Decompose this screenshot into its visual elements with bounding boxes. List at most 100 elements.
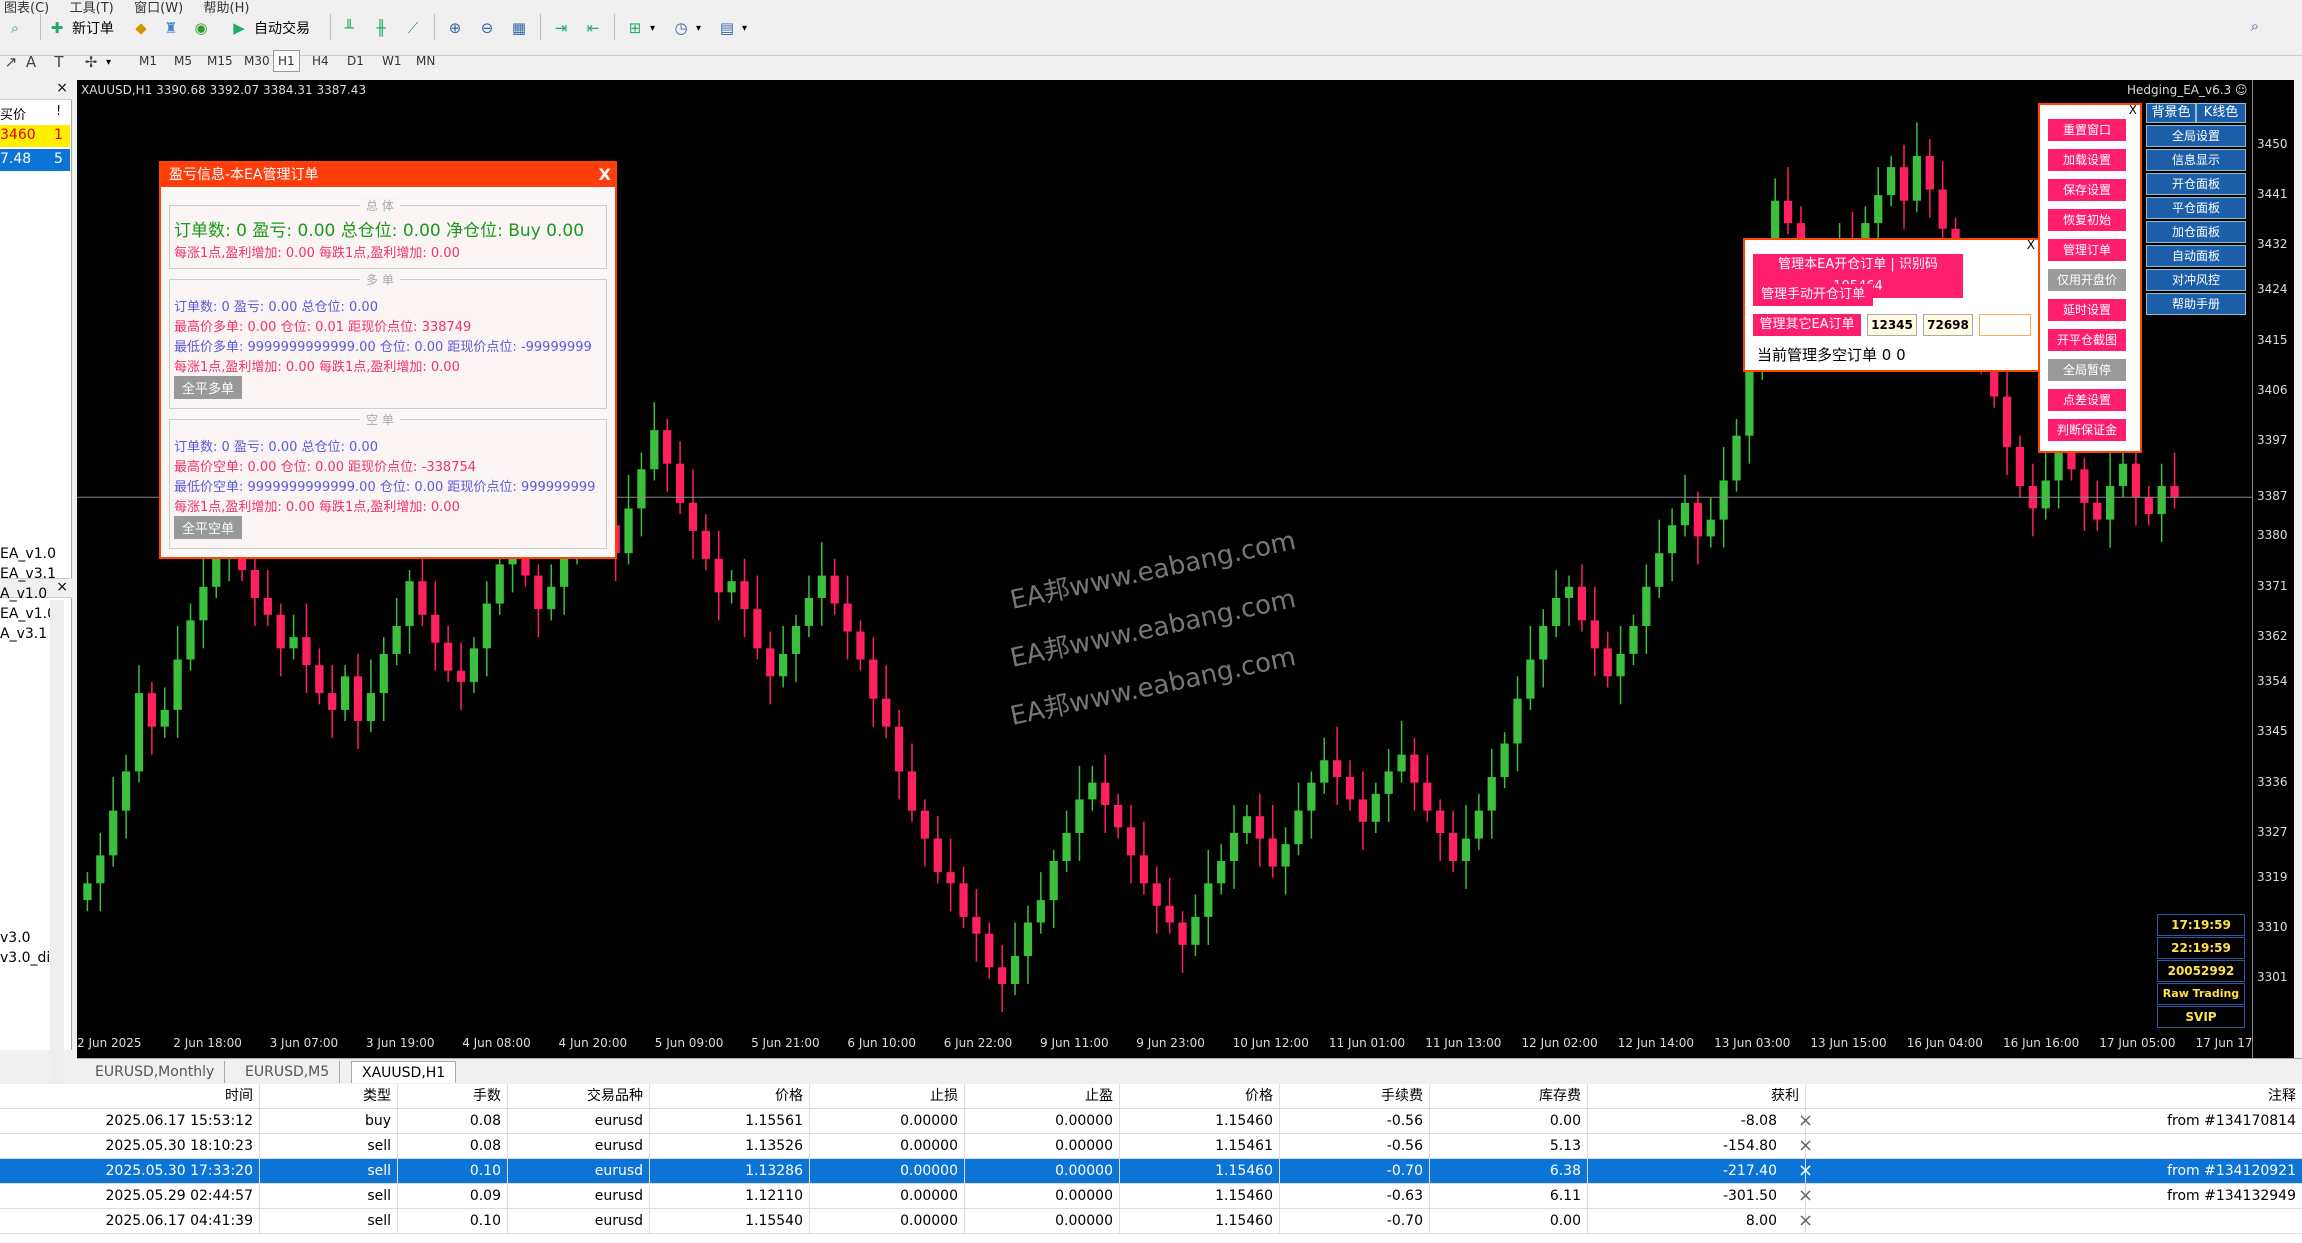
side-menu-button[interactable]: 仅用开盘价 — [2048, 269, 2126, 291]
close-order-icon[interactable]: × — [1798, 1160, 1813, 1181]
close-all-short-button[interactable]: 全平空单 — [174, 516, 243, 539]
autoscroll-button[interactable]: ⇥ — [550, 16, 572, 40]
zoom-in-button[interactable]: ⊕ — [444, 16, 466, 40]
close-order-icon[interactable]: × — [1798, 1210, 1813, 1231]
table-row[interactable]: 2025.06.17 04:41:39 sell 0.10 eurusd 1.15540… — [0, 1209, 2302, 1234]
close-icon[interactable]: × — [56, 579, 68, 595]
side-menu-button[interactable]: 延时设置 — [2048, 299, 2126, 321]
time-label: 12 Jun 02:00 — [1521, 1036, 1598, 1050]
timeframe-m5[interactable]: M5 — [170, 50, 196, 72]
navigator-scrollbar[interactable] — [50, 600, 64, 1100]
side-menu-button[interactable]: 恢复初始 — [2048, 209, 2126, 231]
menu-tools[interactable]: 工具(T) — [70, 0, 114, 16]
candle-body — [495, 564, 504, 604]
market-watch-header: 买价 ! — [0, 102, 72, 123]
settings-button[interactable]: 帮助手册 — [2146, 293, 2246, 315]
search-icon: ⌕ — [2250, 17, 2260, 35]
chart-tab[interactable]: XAUUSD,H1 — [351, 1061, 457, 1083]
settings-button[interactable]: 信息显示 — [2146, 149, 2246, 171]
side-menu-button[interactable]: 加载设置 — [2048, 149, 2126, 171]
navigator-item[interactable]: EA_v3.1 — [0, 566, 56, 582]
side-menu-button[interactable]: 管理订单 — [2048, 239, 2126, 261]
shapes-tool[interactable]: ✢ ▾ — [80, 50, 111, 74]
strategy-tester-button[interactable]: ♜ — [160, 16, 182, 40]
zoom-tool[interactable]: ⌕ — [4, 16, 26, 40]
timeframe-w1[interactable]: W1 — [378, 50, 406, 72]
navigator-item[interactable]: v3.0 — [0, 930, 31, 946]
candle-body — [998, 967, 1007, 985]
table-row[interactable]: 2025.05.30 17:33:20 sell 0.10 eurusd 1.13286… — [0, 1159, 2302, 1184]
settings-button[interactable]: 开仓面板 — [2146, 173, 2246, 195]
timeframe-d1[interactable]: D1 — [343, 50, 368, 72]
close-order-icon[interactable]: × — [1798, 1185, 1813, 1206]
table-row[interactable]: 2025.05.29 02:44:57 sell 0.09 eurusd 1.12110… — [0, 1184, 2302, 1209]
manage-manual-orders-button[interactable]: 管理手动开仓订单 — [1753, 284, 1873, 306]
table-cell: from #134132949 — [2167, 1188, 2296, 1204]
market-button[interactable]: ◉ — [190, 16, 212, 40]
background-color-tab[interactable]: 背景色 — [2146, 103, 2196, 123]
label-tool[interactable]: T — [48, 50, 70, 74]
timeframe-mn[interactable]: MN — [412, 50, 439, 72]
close-order-icon[interactable]: × — [1798, 1110, 1813, 1131]
timeframe-m30[interactable]: M30 — [240, 50, 274, 72]
magic-number-2-field[interactable]: 72698 — [1923, 314, 1973, 336]
side-menu-button[interactable]: 开平仓截图 — [2048, 329, 2126, 351]
tile-windows-button[interactable]: ▦ — [508, 16, 530, 40]
chart-shift-button[interactable]: ⇤ — [582, 16, 604, 40]
bar-chart-button[interactable]: ╨ — [338, 16, 360, 40]
new-order-button[interactable]: ✚ 新订单 — [46, 16, 114, 40]
side-menu-button[interactable]: 点差设置 — [2048, 389, 2126, 411]
periods-button[interactable]: ◷ ▾ — [670, 16, 701, 40]
side-menu-button[interactable]: 重置窗口 — [2048, 119, 2126, 141]
close-all-long-button[interactable]: 全平多单 — [174, 376, 243, 399]
settings-button[interactable]: 全局设置 — [2146, 125, 2246, 147]
candle-color-tab[interactable]: K线色 — [2196, 103, 2246, 123]
timeframe-h1[interactable]: H1 — [273, 50, 300, 72]
pnl-panel-header[interactable]: 盈亏信息-本EA管理订单 X — [161, 163, 615, 187]
close-icon[interactable]: × — [56, 80, 68, 96]
auto-trade-button[interactable]: ▶ 自动交易 — [228, 16, 310, 40]
settings-button[interactable]: 对冲风控 — [2146, 269, 2246, 291]
candle-chart-button[interactable]: ╫ — [370, 16, 392, 40]
navigator-item[interactable]: EA_v1.0 — [0, 606, 56, 622]
zoom-out-button[interactable]: ⊖ — [476, 16, 498, 40]
info-box-line: SVIP — [2157, 1006, 2245, 1028]
templates-button[interactable]: ▤ ▾ — [716, 16, 747, 40]
timeframe-m1[interactable]: M1 — [135, 50, 161, 72]
manage-other-ea-button[interactable]: 管理其它EA订单 — [1753, 314, 1861, 336]
indicators-button[interactable]: ⊞ ▾ — [624, 16, 655, 40]
navigator-item[interactable]: v3.0_di — [0, 950, 50, 966]
timeframe-m15[interactable]: M15 — [203, 50, 237, 72]
menu-window[interactable]: 窗口(W) — [134, 0, 183, 16]
history-button[interactable]: ◆ — [130, 16, 152, 40]
side-menu-button[interactable]: 全局暂停 — [2048, 359, 2126, 381]
timeframe-h4[interactable]: H4 — [308, 50, 333, 72]
settings-button[interactable]: 加仓面板 — [2146, 221, 2246, 243]
side-menu-button[interactable]: 保存设置 — [2048, 179, 2126, 201]
navigator-item[interactable]: A_v1.0 — [0, 586, 47, 602]
search-button[interactable]: ⌕ — [2244, 14, 2266, 38]
navigator-item[interactable]: EA_v1.0 — [0, 546, 56, 562]
chart-tab[interactable]: EURUSD,M5 — [235, 1061, 341, 1083]
menu-help[interactable]: 帮助(H) — [204, 0, 250, 16]
close-icon[interactable]: X — [2129, 103, 2137, 117]
settings-button[interactable]: 平仓面板 — [2146, 197, 2246, 219]
magic-number-3-field[interactable] — [1979, 314, 2031, 336]
text-tool[interactable]: A — [20, 50, 42, 74]
close-icon[interactable]: X — [599, 163, 611, 187]
navigator-item[interactable]: A_v3.1 — [0, 626, 47, 642]
close-order-icon[interactable]: × — [1798, 1135, 1813, 1156]
magic-number-1-field[interactable]: 12345 — [1867, 314, 1917, 336]
line-chart-button[interactable]: ⟋ — [402, 16, 424, 40]
time-label: 11 Jun 13:00 — [1425, 1036, 1502, 1050]
table-row[interactable]: 2025.05.30 18:10:23 sell 0.08 eurusd 1.13526… — [0, 1134, 2302, 1159]
menu-chart[interactable]: 图表(C) — [4, 0, 49, 16]
table-row[interactable]: 2025.06.17 15:53:12 buy 0.08 eurusd 1.15561 0… — [0, 1109, 2302, 1134]
settings-button[interactable]: 自动面板 — [2146, 245, 2246, 267]
side-menu-button[interactable]: 判断保证金 — [2048, 419, 2126, 441]
chart-tab[interactable]: EURUSD,Monthly — [85, 1061, 226, 1083]
close-icon[interactable]: X — [2027, 238, 2035, 252]
market-watch-row[interactable]: 7.48 5 — [0, 149, 70, 171]
market-watch-row[interactable]: 3460 1 — [0, 125, 70, 147]
cursor-tool[interactable]: ↗ — [0, 50, 22, 74]
